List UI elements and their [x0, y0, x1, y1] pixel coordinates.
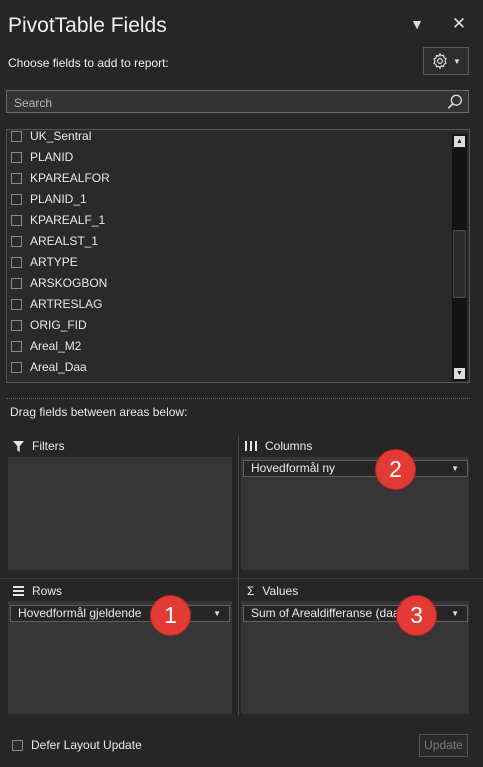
field-checkbox[interactable]: [11, 172, 22, 184]
rows-field-label: Hovedformål gjeldende: [18, 606, 142, 620]
field-checkbox[interactable]: [11, 277, 22, 289]
caret-down-icon[interactable]: ▼: [451, 461, 459, 476]
search-icon[interactable]: [446, 93, 464, 111]
field-checkbox[interactable]: [11, 151, 22, 163]
field-label: ARSKOGBON: [30, 276, 108, 290]
defer-layout-checkbox[interactable]: [12, 739, 23, 751]
field-label: UK_Sentral: [30, 129, 92, 143]
field-list-item[interactable]: Areal_Daa: [11, 357, 87, 377]
field-list-item[interactable]: PLANID: [11, 147, 73, 167]
values-area-title: Values: [262, 584, 299, 598]
field-label: ARTRESLAG: [30, 297, 103, 311]
caret-down-icon[interactable]: ▼: [213, 606, 221, 621]
field-checkbox[interactable]: [11, 298, 22, 310]
close-button[interactable]: ✕: [449, 14, 469, 34]
caret-down-icon: ▼: [410, 16, 424, 32]
rows-area-title: Rows: [32, 584, 63, 598]
scroll-up-arrow[interactable]: ▲: [454, 136, 465, 147]
caret-down-icon: ▼: [453, 56, 461, 66]
field-list-item[interactable]: ARTYPE: [11, 252, 78, 272]
search-input[interactable]: [7, 91, 446, 114]
sigma-icon: Σ: [247, 584, 255, 598]
area-divider-horizontal: [0, 578, 483, 579]
filters-area-header: Filters: [13, 439, 65, 453]
field-list-item[interactable]: KPAREALF_1: [11, 210, 105, 230]
gear-icon: [433, 52, 447, 70]
close-icon: ✕: [451, 14, 467, 33]
callout-badge-3: 3: [397, 596, 436, 635]
defer-layout-update[interactable]: Defer Layout Update: [12, 738, 142, 752]
field-label: ORIG_FID: [30, 318, 87, 332]
field-list-item[interactable]: PLANID_1: [11, 189, 87, 209]
field-checkbox[interactable]: [11, 319, 22, 331]
update-button[interactable]: Update: [419, 734, 468, 757]
search-box: [6, 90, 469, 114]
caret-down-icon[interactable]: ▼: [451, 606, 459, 621]
field-label: KPAREALFOR: [30, 171, 110, 185]
field-label: Areal_Daa: [30, 360, 87, 374]
field-list-item[interactable]: KPAREALFOR: [11, 168, 110, 188]
columns-field-pill[interactable]: Hovedformål ny ▼: [243, 460, 468, 477]
columns-drop-zone[interactable]: Hovedformål ny ▼: [241, 457, 469, 570]
filters-area-title: Filters: [32, 439, 65, 453]
field-checkbox[interactable]: [11, 256, 22, 268]
scroll-thumb[interactable]: [453, 230, 466, 298]
scroll-down-arrow[interactable]: ▼: [454, 368, 465, 379]
rows-icon: [13, 586, 24, 596]
panel-title: PivotTable Fields: [8, 14, 167, 37]
task-pane-options-button[interactable]: ▼: [407, 14, 427, 34]
field-label: Areal_M2: [30, 339, 82, 353]
field-label: KPAREALF_1: [30, 213, 106, 227]
rows-drop-zone[interactable]: Hovedformål gjeldende ▼: [8, 601, 232, 714]
defer-layout-label: Defer Layout Update: [31, 738, 142, 752]
columns-area-title: Columns: [265, 439, 313, 453]
field-checkbox[interactable]: [11, 214, 22, 226]
field-list-item[interactable]: AREALST_1: [11, 231, 98, 251]
field-label: PLANID_1: [30, 192, 87, 206]
rows-area-header: Rows: [13, 584, 62, 598]
field-checkbox[interactable]: [11, 235, 22, 247]
filter-icon: [13, 440, 24, 452]
field-list-item[interactable]: UK_Sentral: [11, 129, 92, 146]
columns-field-label: Hovedformål ny: [251, 461, 336, 475]
field-checkbox[interactable]: [11, 361, 22, 373]
columns-icon: [245, 441, 257, 451]
field-list-item[interactable]: Areal_M2: [11, 336, 81, 356]
drag-fields-label: Drag fields between areas below:: [10, 405, 188, 419]
columns-area-header: Columns: [245, 439, 312, 453]
section-divider: [6, 398, 470, 399]
field-label: AREALST_1: [30, 234, 99, 248]
rows-field-pill[interactable]: Hovedformål gjeldende ▼: [10, 605, 230, 622]
field-list: UK_Sentral PLANID KPAREALFOR PLANID_1 KPAREA…: [6, 129, 470, 383]
filters-drop-zone[interactable]: [8, 457, 232, 570]
field-checkbox[interactable]: [11, 193, 22, 205]
callout-badge-2: 2: [376, 450, 415, 489]
field-list-item[interactable]: ARSKOGBON: [11, 273, 107, 293]
field-list-scrollbar[interactable]: ▲ ▼: [452, 134, 467, 381]
tools-button[interactable]: ▼: [423, 47, 469, 75]
field-label: ARTYPE: [30, 255, 78, 269]
field-label: PLANID: [30, 150, 74, 164]
field-list-item[interactable]: ORIG_FID: [11, 315, 87, 335]
field-checkbox[interactable]: [11, 130, 22, 142]
values-field-label: Sum of Arealdifferanse (daa): [251, 606, 404, 620]
callout-badge-1: 1: [151, 596, 190, 635]
field-checkbox[interactable]: [11, 340, 22, 352]
values-area-header: Σ Values: [247, 584, 298, 598]
area-divider-vertical: [238, 436, 239, 715]
field-list-item[interactable]: ARTRESLAG: [11, 294, 102, 314]
choose-fields-label: Choose fields to add to report:: [8, 56, 169, 70]
